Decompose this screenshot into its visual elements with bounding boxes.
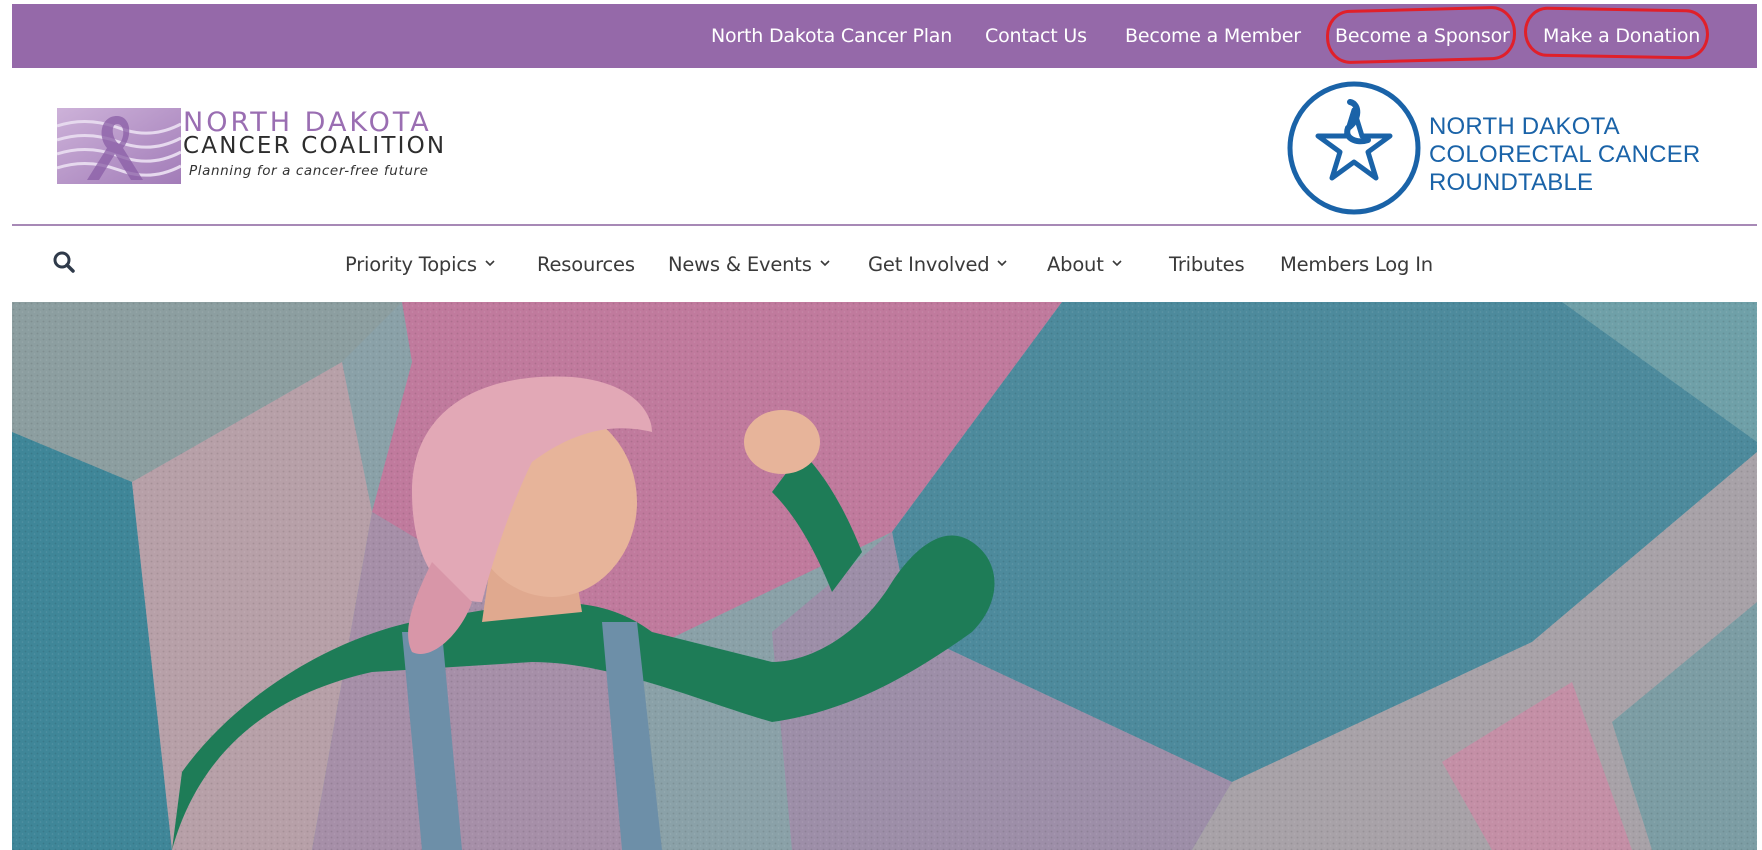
hero-mural-illustration xyxy=(12,302,1757,850)
nav-item-about[interactable]: About xyxy=(1047,243,1122,287)
nav-item-label: News & Events xyxy=(668,253,812,276)
star-ribbon-icon xyxy=(1287,81,1421,215)
main-nav: Priority Topics Resources News & Events … xyxy=(0,243,1762,287)
hero-image xyxy=(12,302,1757,850)
top-link-cancer-plan[interactable]: North Dakota Cancer Plan xyxy=(711,4,952,68)
nav-item-label: Resources xyxy=(537,253,635,276)
nav-item-tributes[interactable]: Tributes xyxy=(1169,243,1245,287)
awareness-ribbon-icon xyxy=(57,108,181,184)
nav-item-priority-topics[interactable]: Priority Topics xyxy=(345,243,495,287)
nav-item-get-involved[interactable]: Get Involved xyxy=(868,243,1008,287)
roundtable-logo[interactable]: NORTH DAKOTA COLORECTAL CANCER ROUNDTABL… xyxy=(1286,80,1726,220)
top-link-become-sponsor[interactable]: Become a Sponsor xyxy=(1335,4,1510,68)
nav-item-members-log-in[interactable]: Members Log In xyxy=(1280,243,1433,287)
top-link-make-donation[interactable]: Make a Donation xyxy=(1543,4,1700,68)
coalition-logo-line2: CANCER COALITION xyxy=(183,133,447,159)
roundtable-logo-line1: NORTH DAKOTA xyxy=(1429,113,1620,140)
chevron-down-icon xyxy=(997,259,1008,266)
chevron-down-icon xyxy=(820,259,830,266)
coalition-logo[interactable]: NORTH DAKOTA CANCER COALITION Planning f… xyxy=(57,105,444,185)
roundtable-logo-line2: COLORECTAL CANCER xyxy=(1429,141,1701,168)
chevron-down-icon xyxy=(1112,259,1122,266)
top-link-contact-us[interactable]: Contact Us xyxy=(985,4,1087,68)
nav-item-label: Tributes xyxy=(1169,253,1245,276)
nav-item-label: Members Log In xyxy=(1280,253,1433,276)
nav-item-label: Get Involved xyxy=(868,253,990,276)
nav-item-label: Priority Topics xyxy=(345,253,477,276)
nav-item-news-events[interactable]: News & Events xyxy=(668,243,830,287)
roundtable-logo-line3: ROUNDTABLE xyxy=(1429,169,1594,196)
nav-item-label: About xyxy=(1047,253,1104,276)
chevron-down-icon xyxy=(485,259,495,266)
top-link-become-member[interactable]: Become a Member xyxy=(1125,4,1301,68)
nav-item-resources[interactable]: Resources xyxy=(537,243,635,287)
header-divider xyxy=(12,224,1757,226)
coalition-logo-tagline: Planning for a cancer-free future xyxy=(189,163,429,179)
top-utility-bar: North Dakota Cancer Plan Contact Us Beco… xyxy=(12,4,1757,68)
